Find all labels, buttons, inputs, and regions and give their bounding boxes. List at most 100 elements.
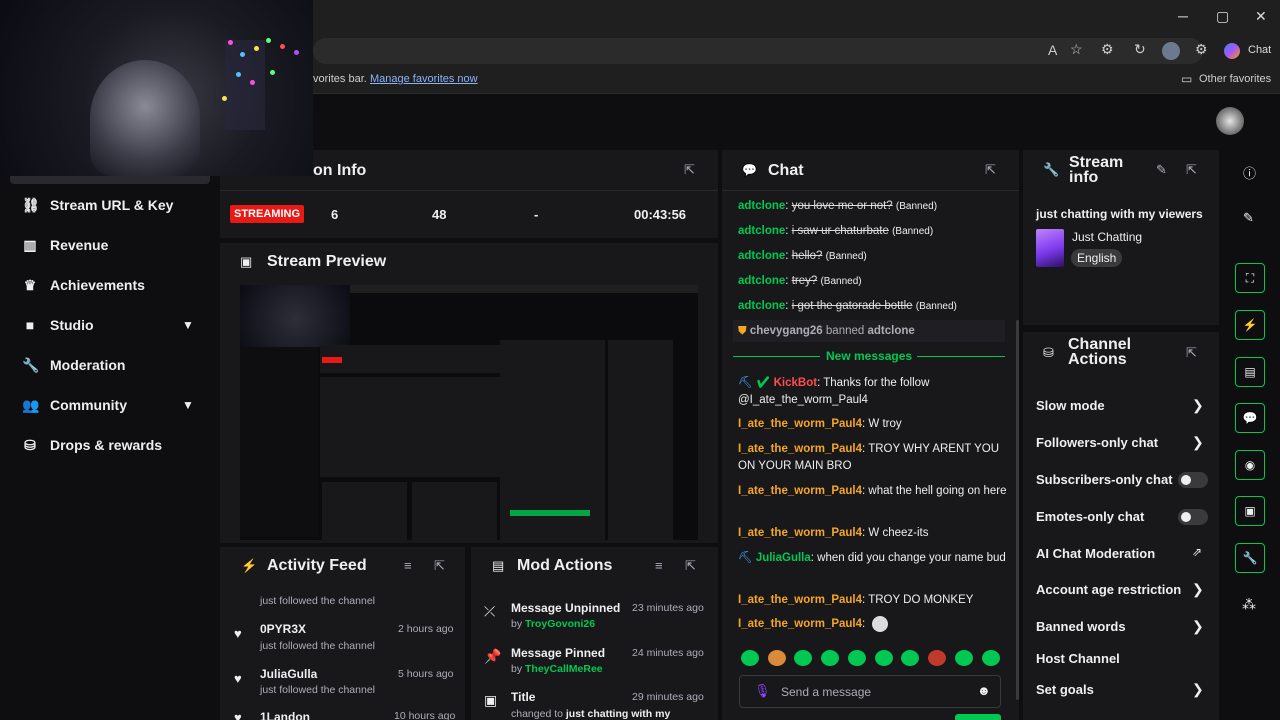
emote-icon[interactable] xyxy=(741,650,759,666)
avatar[interactable] xyxy=(1216,107,1244,135)
filter-icon[interactable]: ≡ xyxy=(404,558,412,573)
clip-icon[interactable]: ⛶ xyxy=(1235,263,1265,293)
new-messages-divider[interactable]: New messages xyxy=(826,349,912,363)
emoji-icon[interactable]: ☻ xyxy=(977,683,991,698)
copilot-icon[interactable] xyxy=(1224,43,1240,59)
channel-actions-title: Channel Actions xyxy=(1068,336,1132,368)
emote-icon[interactable] xyxy=(928,650,946,666)
chevron-right-icon[interactable]: ❯ xyxy=(1192,581,1204,598)
channel-action-banned-words[interactable]: Banned words xyxy=(1036,619,1208,634)
filter-icon[interactable]: ≡ xyxy=(655,558,663,573)
emote-icon[interactable] xyxy=(901,650,919,666)
mod-action-title: Message Unpinned xyxy=(511,601,621,615)
subscribers-only-toggle[interactable] xyxy=(1178,472,1208,488)
sidebar-item-achievements[interactable]: ♛ Achievements xyxy=(0,265,218,305)
chat-message-banned: adtclone: i got the gatorade bottle (Ban… xyxy=(738,300,957,312)
lightning-icon: ⚡ xyxy=(241,558,258,573)
activity-item-name[interactable]: 0PYR3X xyxy=(260,622,306,636)
history-icon[interactable]: ↻ xyxy=(1134,41,1146,58)
emote-icon[interactable] xyxy=(875,650,893,666)
popout-icon[interactable]: ⇱ xyxy=(985,162,996,178)
mod-action-title: Title xyxy=(511,690,536,704)
chat-input-placeholder: Send a message xyxy=(781,685,872,699)
activity-item-sub: just followed the channel xyxy=(260,684,375,696)
sidebar-item-stream-url[interactable]: ⛓ Stream URL & Key xyxy=(0,185,218,225)
favorite-star-icon[interactable]: ☆ xyxy=(1070,41,1083,58)
sidebar-item-moderation[interactable]: 🔧 Moderation xyxy=(0,345,218,385)
extensions-icon[interactable]: ⚙ xyxy=(1101,41,1114,58)
chat-message-banned: adtclone: hello? (Banned) xyxy=(738,250,867,262)
popout-icon[interactable]: ⇱ xyxy=(685,558,696,574)
stream-title-text: just chatting with my viewers xyxy=(1036,207,1203,221)
read-aloud-icon[interactable]: A xyxy=(1048,42,1057,58)
layout-icon[interactable]: ▣ xyxy=(1235,496,1265,526)
channel-action-ai-moderation[interactable]: AI Chat Moderation xyxy=(1036,546,1208,561)
manage-favorites-link[interactable]: Manage favorites now xyxy=(370,73,478,85)
stream-preview-video[interactable] xyxy=(240,285,698,540)
mod-action-time: 23 minutes ago xyxy=(632,602,704,614)
viewer-count: 6 xyxy=(331,207,339,222)
emote-icon[interactable] xyxy=(794,650,812,666)
chevron-right-icon[interactable]: ❯ xyxy=(1192,434,1204,451)
category-name[interactable]: Just Chatting xyxy=(1072,230,1142,244)
sidebar-item-community[interactable]: 👥 Community ▼ xyxy=(0,385,218,425)
popout-icon[interactable]: ⇱ xyxy=(1186,162,1197,178)
chevron-right-icon[interactable]: ❯ xyxy=(1192,397,1204,414)
maximize-icon[interactable]: ▢ xyxy=(1216,8,1229,25)
wrench-icon[interactable]: 🔧 xyxy=(1235,543,1265,573)
chat-message: I_ate_the_worm_Paul4: xyxy=(738,616,1008,633)
popout-icon[interactable]: ⇱ xyxy=(1186,345,1197,361)
divider xyxy=(917,356,1005,357)
external-link-icon[interactable]: ⇗ xyxy=(1192,545,1202,559)
popout-icon[interactable]: ⇱ xyxy=(434,558,445,574)
extensions-icon[interactable]: ⁂ xyxy=(1242,596,1256,613)
channel-action-account-age[interactable]: Account age restriction xyxy=(1036,582,1208,597)
chevron-right-icon[interactable]: ❯ xyxy=(1192,618,1204,635)
emote-icon[interactable] xyxy=(955,650,973,666)
mod-action-time: 24 minutes ago xyxy=(632,647,704,659)
chat-title: Chat xyxy=(768,162,804,179)
mod-action-time: 29 minutes ago xyxy=(632,691,704,703)
chat-scrollbar[interactable] xyxy=(1016,320,1019,700)
emotes-only-toggle[interactable] xyxy=(1178,509,1208,525)
sidebar-item-drops[interactable]: ⛁ Drops & rewards xyxy=(0,425,218,465)
edit-pencil-icon[interactable]: ✎ xyxy=(1243,210,1254,226)
chat-bubble-icon[interactable]: 💬 xyxy=(1235,403,1265,433)
lightning-icon[interactable]: ⚡ xyxy=(1235,310,1265,340)
other-favorites[interactable]: Other favorites xyxy=(1199,73,1271,85)
minimize-icon[interactable]: ─ xyxy=(1178,8,1188,24)
channel-action-slow-mode[interactable]: Slow mode xyxy=(1036,398,1208,413)
send-button[interactable] xyxy=(955,714,1001,720)
broadcast-icon[interactable]: ◉ xyxy=(1235,450,1265,480)
chat-message: ⛏ ✔ KickBot: Thanks for the follow @I_at… xyxy=(738,377,930,406)
chat-button[interactable]: Chat xyxy=(1248,44,1271,56)
emote-icon[interactable] xyxy=(848,650,866,666)
edit-pencil-icon[interactable]: ✎ xyxy=(1156,162,1167,178)
webcam-overlay xyxy=(0,0,313,176)
info-icon[interactable]: ⓘ xyxy=(1243,163,1256,182)
microphone-icon[interactable]: 🎙 xyxy=(754,683,771,699)
stream-info-title: Stream info xyxy=(1069,154,1124,186)
chat-input[interactable]: 🎙 Send a message ☻ xyxy=(739,675,1001,708)
settings-icon[interactable]: ⚙ xyxy=(1195,41,1208,58)
heart-icon: ♥ xyxy=(234,671,242,686)
activity-item-name[interactable]: 1Landon xyxy=(260,710,310,720)
popout-icon[interactable]: ⇱ xyxy=(684,162,695,178)
activity-item-name[interactable]: JuliaGulla xyxy=(260,667,317,681)
channel-action-host-channel[interactable]: Host Channel xyxy=(1036,651,1208,666)
sidebar-scroll-edge xyxy=(10,176,210,184)
channel-action-followers-only[interactable]: Followers-only chat xyxy=(1036,435,1208,450)
close-icon[interactable]: ✕ xyxy=(1255,8,1267,25)
emote-icon[interactable] xyxy=(768,650,786,666)
channel-action-set-goals[interactable]: Set goals xyxy=(1036,682,1208,697)
sidebar-item-studio[interactable]: ■ Studio ▼ xyxy=(0,305,218,345)
document-icon[interactable]: ▤ xyxy=(1235,357,1265,387)
camera-icon: ■ xyxy=(25,317,35,333)
emote-icon[interactable] xyxy=(982,650,1000,666)
sidebar-item-revenue[interactable]: ▥ Revenue xyxy=(0,225,218,265)
chevron-right-icon[interactable]: ❯ xyxy=(1192,681,1204,698)
emote-icon[interactable] xyxy=(821,650,839,666)
profile-icon[interactable] xyxy=(1162,42,1180,60)
webcam-person xyxy=(90,60,200,176)
mod-action-by: by TroyGovoni26 xyxy=(511,618,596,630)
